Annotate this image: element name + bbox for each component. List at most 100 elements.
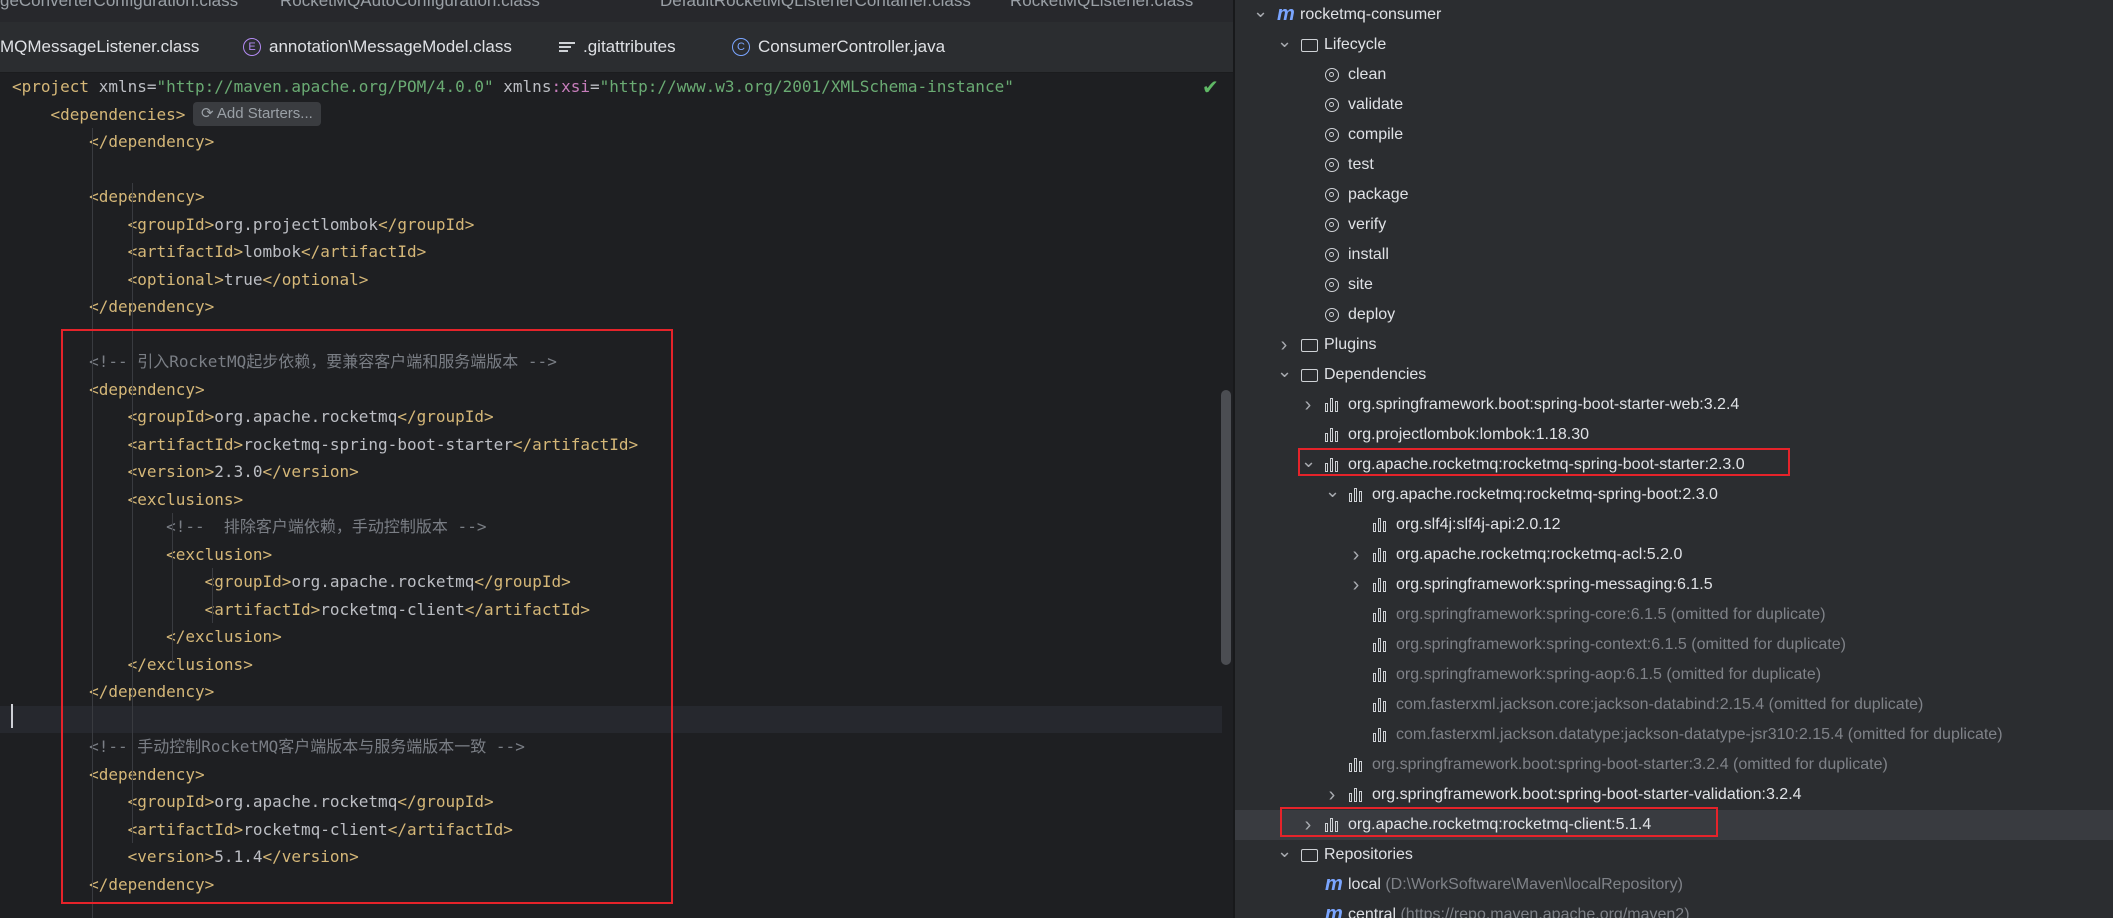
maven-tree-row[interactable]: verify [1235,210,2113,240]
code-line[interactable]: <groupId>org.apache.rocketmq</groupId> [0,568,1233,596]
chevron-right-icon[interactable]: › [1349,540,1363,570]
maven-tree-label: Dependencies [1324,366,1427,383]
maven-tree-row[interactable]: com.fasterxml.jackson.core:jackson-datab… [1235,690,2113,720]
code-line[interactable]: <artifactId>lombok</artifactId> [0,238,1233,266]
gear-icon [1325,188,1339,202]
code-line[interactable]: <version>2.3.0</version> [0,458,1233,486]
chevron-right-icon[interactable]: › [1277,330,1291,360]
code-line[interactable]: <!-- 引入RocketMQ起步依赖，要兼容客户端和服务端版本 --> [0,348,1233,376]
tab-mq-message-listener[interactable]: MQMessageListener.class [0,22,199,72]
recent-tab[interactable]: RocketMQListener.class [1010,0,1193,11]
chevron-right-icon[interactable]: › [1301,810,1315,840]
maven-tree-row[interactable]: ⌄ Repositories [1235,840,2113,870]
maven-tree-row[interactable]: org.projectlombok:lombok:1.18.30 [1235,420,2113,450]
tab-message-model[interactable]: Eannotation\MessageModel.class [243,22,512,72]
code-token: </version> [262,462,359,481]
maven-tree-row[interactable]: deploy [1235,300,2113,330]
maven-tree-row[interactable]: › org.apache.rocketmq:rocketmq-acl:5.2.0 [1235,540,2113,570]
maven-tree-row[interactable]: m local (D:\WorkSoftware\Maven\localRepos… [1235,870,2113,900]
code-line[interactable]: <artifactId>rocketmq-client</artifactId> [0,816,1233,844]
chevron-down-icon[interactable]: ⌄ [1325,480,1340,502]
chevron-right-icon[interactable]: › [1325,780,1339,810]
code-token: </artifactId> [512,434,639,454]
maven-tree-row[interactable]: validate [1235,90,2113,120]
code-token: </groupId> [397,792,494,811]
chevron-right-icon[interactable]: › [1349,570,1363,600]
maven-tree-row[interactable]: com.fasterxml.jackson.datatype:jackson-d… [1235,720,2113,750]
maven-tree-label: com.fasterxml.jackson.core:jackson-datab… [1396,696,1924,713]
code-line[interactable]: <artifactId>rocketmq-client</artifactId> [0,596,1233,624]
editor-panel: geConverterConfiguration.class RocketMQA… [0,0,1233,918]
maven-tree-row[interactable]: install [1235,240,2113,270]
add-starters-button[interactable]: ⟳ Add Starters... [193,102,321,126]
maven-tree-row[interactable]: › org.springframework.boot:spring-boot-st… [1235,780,2113,810]
maven-tree-label: org.springframework.boot:spring-boot-sta… [1348,396,1740,413]
code-line[interactable]: <groupId>org.apache.rocketmq</groupId> [0,788,1233,816]
maven-tree-row[interactable]: ⌄ Lifecycle [1235,30,2113,60]
chevron-down-icon[interactable]: ⌄ [1277,360,1292,382]
code-line[interactable] [0,321,1233,349]
chevron-down-icon[interactable]: ⌄ [1277,30,1292,52]
code-area[interactable]: </dependency> <version>5.1.4</version> <… [0,73,1233,918]
maven-tree-row[interactable]: clean [1235,60,2113,90]
code-line[interactable] [0,705,1233,733]
code-line[interactable] [0,156,1233,184]
code-line[interactable]: <groupId>org.apache.rocketmq</groupId> [0,403,1233,431]
maven-tree-row[interactable]: m central (https://repo.maven.apache.org/… [1235,900,2113,918]
code-line[interactable]: <exclusions> [0,486,1233,514]
code-line[interactable]: </dependency> [0,128,1233,156]
maven-tree-row[interactable]: test [1235,150,2113,180]
chevron-down-icon[interactable]: ⌄ [1277,840,1292,862]
code-line[interactable]: <!-- 手动控制RocketMQ客户端版本与服务端版本一致 --> [0,733,1233,761]
code-line[interactable]: <dependencies> [0,101,1233,129]
maven-tree-row[interactable]: › org.apache.rocketmq:rocketmq-client:5.1… [1235,810,2113,840]
maven-tree-row[interactable]: org.springframework.boot:spring-boot-sta… [1235,750,2113,780]
maven-tree-row[interactable]: ⌄ Dependencies [1235,360,2113,390]
maven-tree-row[interactable]: ⌄ org.apache.rocketmq:rocketmq-spring-boo… [1235,450,2113,480]
maven-tree-row[interactable]: ⌄ org.apache.rocketmq:rocketmq-spring-boo… [1235,480,2113,510]
maven-tree-row[interactable]: › org.springframework.boot:spring-boot-st… [1235,390,2113,420]
library-icon [1349,788,1365,802]
recent-tab[interactable]: geConverterConfiguration.class [0,0,238,11]
maven-tree-row[interactable]: ⌄ m rocketmq-consumer [1235,0,2113,30]
recent-tab[interactable]: RocketMQAutoConfiguration.class [280,0,540,11]
recent-tab[interactable]: DefaultRocketMQListenerContainer.class [660,0,971,11]
code-token: </groupId> [474,572,571,591]
code-line[interactable]: </exclusions> [0,651,1233,679]
repository-path: (https://repo.maven.apache.org/maven2) [1396,906,1690,918]
code-line[interactable]: <dependency> [0,376,1233,404]
maven-icon: m [1325,903,1343,918]
chevron-down-icon[interactable]: ⌄ [1301,450,1316,472]
code-line[interactable]: <dependency> [0,761,1233,789]
maven-tree-row[interactable]: site [1235,270,2113,300]
code-line[interactable]: </dependency> [0,293,1233,321]
code-line[interactable]: <optional>true</optional> [0,266,1233,294]
maven-tree-row[interactable]: org.springframework:spring-core:6.1.5 (o… [1235,600,2113,630]
maven-tree-row[interactable]: › org.springframework:spring-messaging:6.… [1235,570,2113,600]
code-line[interactable]: <dependency> [0,183,1233,211]
code-line[interactable]: </dependency> [0,871,1233,899]
maven-tree-row[interactable]: org.springframework:spring-aop:6.1.5 (om… [1235,660,2113,690]
chevron-down-icon[interactable]: ⌄ [1253,0,1268,22]
chevron-right-icon[interactable]: › [1301,390,1315,420]
maven-tree-row[interactable]: package [1235,180,2113,210]
maven-tree-row[interactable]: › Plugins [1235,330,2113,360]
code-line[interactable]: <exclusion> [0,541,1233,569]
code-line[interactable]: <artifactId>rocketmq-spring-boot-starter… [0,431,1233,459]
code-line[interactable]: <!-- 排除客户端依赖，手动控制版本 --> [0,513,1233,541]
code-line[interactable]: </exclusion> [0,623,1233,651]
tab-consumer-controller[interactable]: C ConsumerController.java [732,22,945,72]
code-line[interactable]: <version>5.1.4</version> [0,843,1233,871]
editor-scroll-thumb[interactable] [1221,390,1231,665]
maven-tree-row[interactable]: org.springframework:spring-context:6.1.5… [1235,630,2113,660]
maven-tree-row[interactable]: compile [1235,120,2113,150]
maven-tree-row[interactable]: org.slf4j:slf4j-api:2.0.12 [1235,510,2113,540]
code-line[interactable]: <project xmlns="http://maven.apache.org/… [0,73,1233,101]
library-icon [1373,638,1389,652]
code-line[interactable]: <groupId>org.projectlombok</groupId> [0,211,1233,239]
tab-gitattributes[interactable]: .gitattributes [559,22,676,72]
code-line[interactable]: </dependency> [0,678,1233,706]
no-problems-check-icon[interactable]: ✔ [1202,75,1219,100]
